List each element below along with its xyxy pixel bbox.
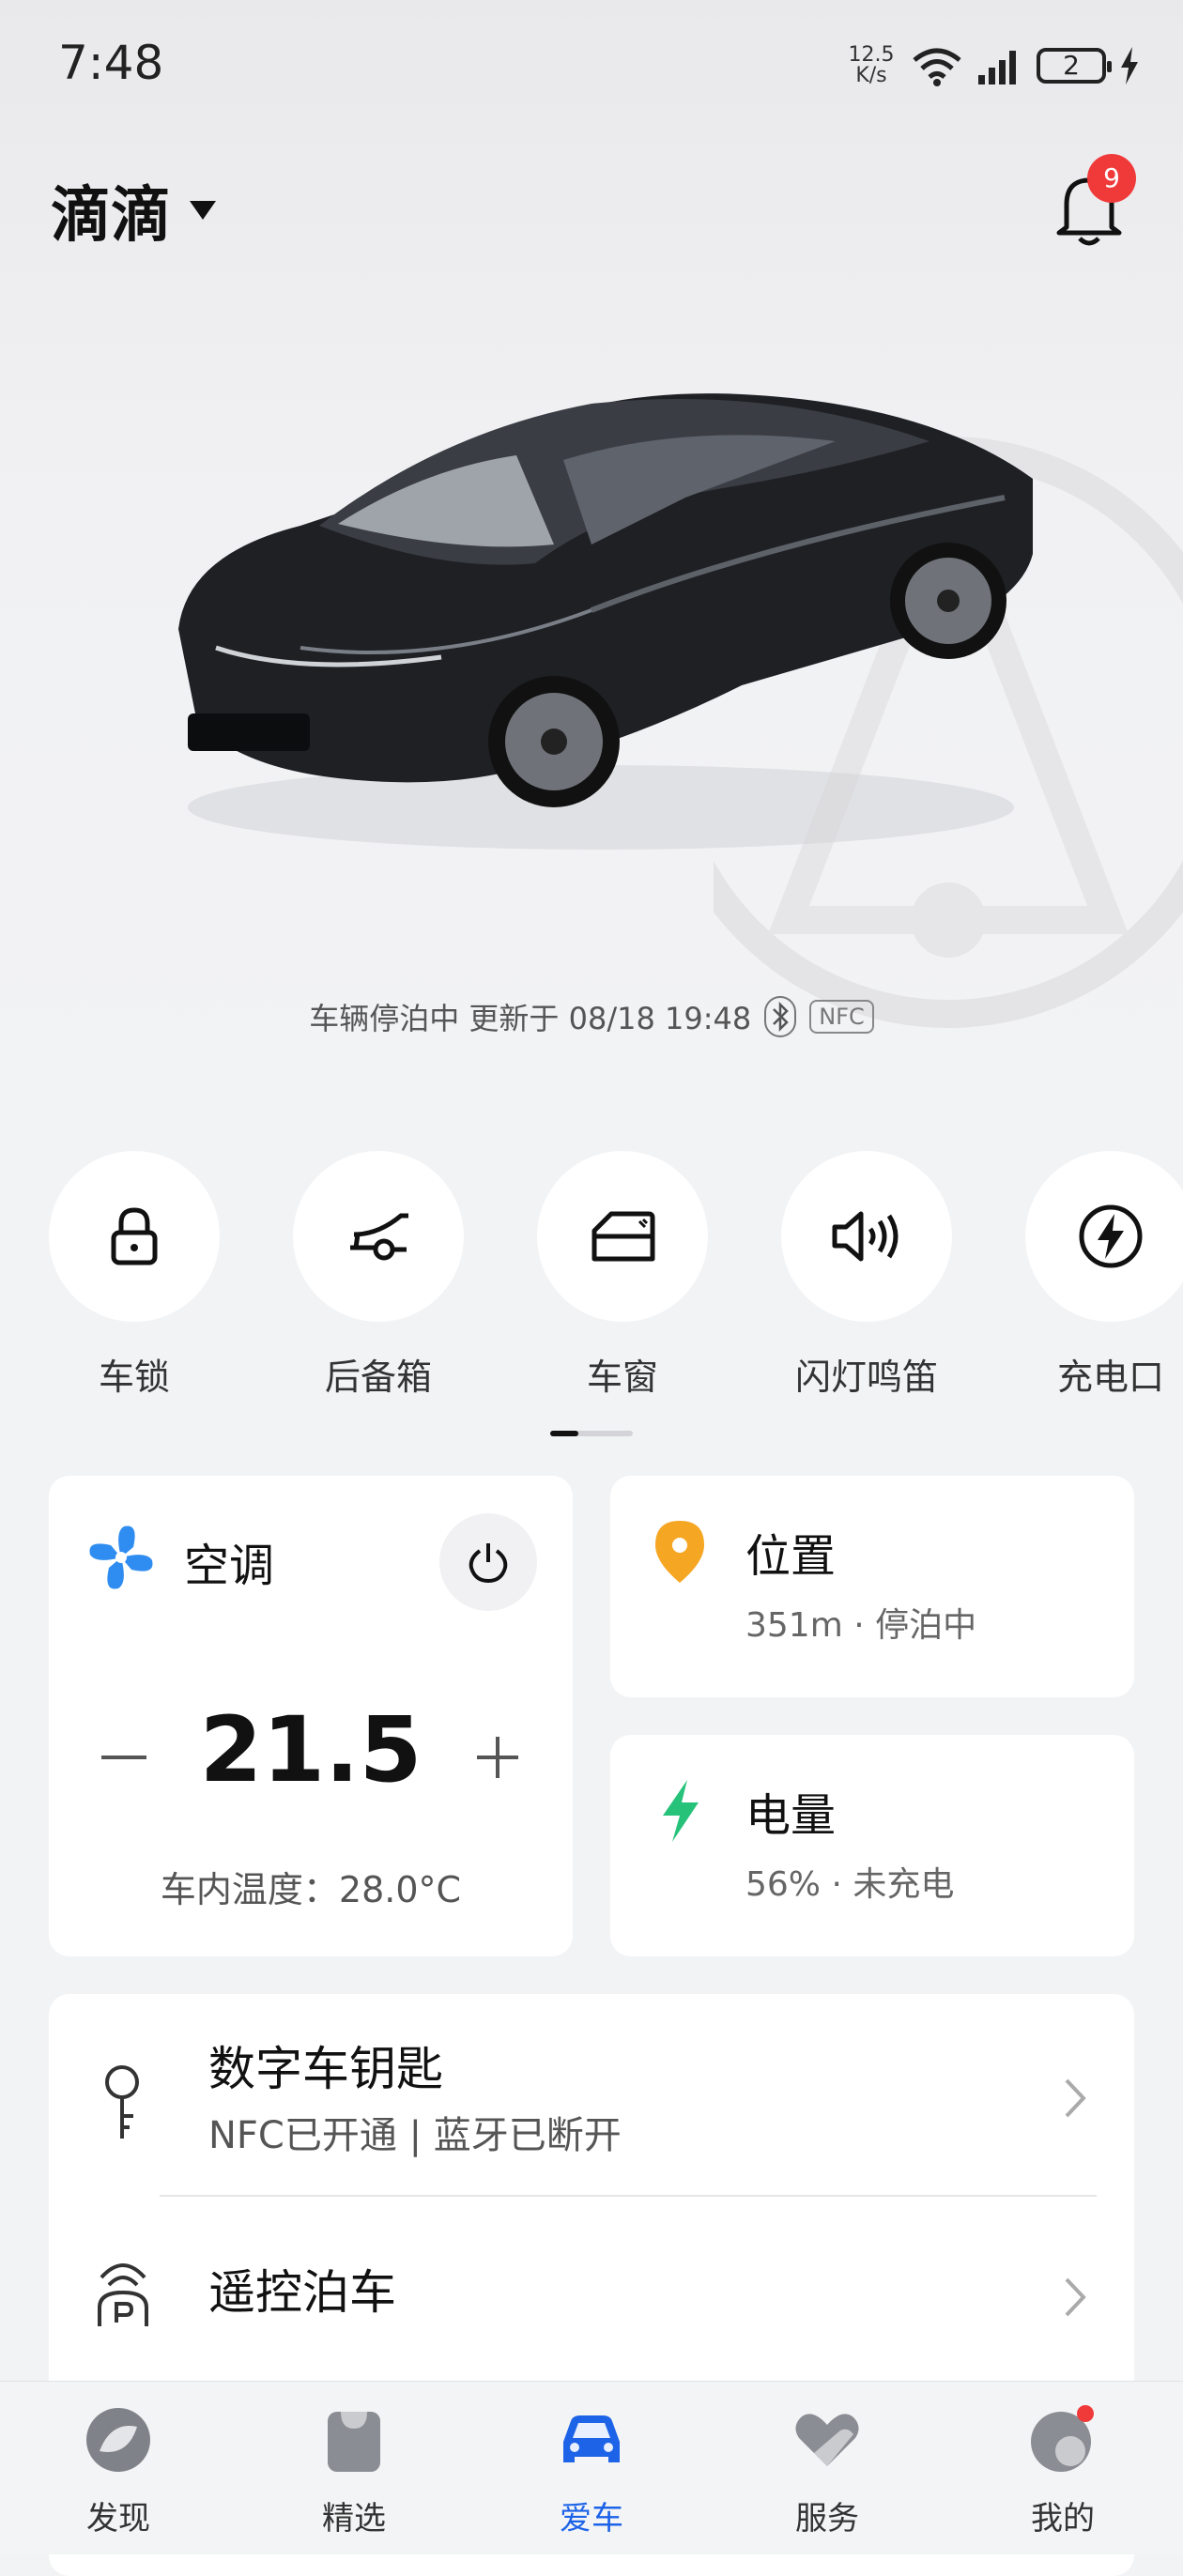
nav-discover[interactable]: 发现 [43,2404,193,2538]
charge-port-icon [1079,1204,1143,1268]
temperature-increase-button[interactable] [469,1729,526,1786]
bluetooth-icon [764,996,797,1037]
lightning-icon [663,1780,699,1842]
climate-power-button[interactable] [439,1513,537,1611]
location-card[interactable]: 位置 351m · 停泊中 [610,1476,1134,1697]
nav-label: 精选 [322,2500,386,2538]
digital-key-status: NFC已开通 | 蓝牙已断开 [208,2114,622,2157]
key-icon [105,2065,139,2139]
quick-action-window[interactable]: 车窗 [537,1151,708,1400]
battery-title: 电量 [745,1789,837,1842]
status-time: 7:48 [58,36,164,90]
carousel-indicator [550,1431,633,1436]
nav-label: 爱车 [560,2500,623,2538]
remote-parking-icon [98,2263,148,2326]
account-name: 滴滴 [51,181,171,251]
quick-action-charge-port[interactable]: 充电口 [1025,1151,1183,1400]
climate-card[interactable]: 空调 21.5 车内温度：28.0°C [49,1476,573,1956]
status-bar: 7:48 12.5 K/s 2 [0,0,1183,136]
remote-parking-row[interactable]: 遥控泊车 [49,2197,1134,2384]
location-subtitle: 351m · 停泊中 [745,1606,977,1645]
nav-label: 我的 [1031,2500,1095,2538]
quick-action-label: 车锁 [98,1357,170,1398]
notification-badge: 9 [1087,154,1136,203]
horn-icon [832,1211,899,1262]
quick-action-lock[interactable]: 车锁 [49,1151,220,1400]
vehicle-status-line: 车辆停泊中 更新于 08/18 19:48 NFC [0,995,1183,1038]
battery-card[interactable]: 电量 56% · 未充电 [610,1735,1134,1956]
window-icon [592,1211,655,1262]
quick-action-horn[interactable]: 闪灯鸣笛 [781,1151,952,1400]
quick-action-label: 闪灯鸣笛 [794,1357,938,1398]
charging-bolt-icon [1121,47,1138,84]
service-heart-icon [795,2414,859,2466]
location-title: 位置 [745,1530,837,1583]
car-icon [563,2415,620,2462]
nav-service[interactable]: 服务 [752,2404,902,2538]
battery-subtitle: 56% · 未充电 [745,1865,955,1904]
chevron-right-icon [1065,2078,1086,2118]
discover-icon [86,2408,150,2472]
wifi-icon [913,48,961,86]
location-pin-icon [655,1521,704,1583]
status-icons: 12.5 K/s 2 [845,38,1140,94]
shopping-bag-icon [328,2412,380,2472]
quick-action-label: 充电口 [1056,1357,1164,1398]
cabin-temperature: 车内温度：28.0°C [160,1869,462,1910]
vehicle-status-text: 车辆停泊中 更新于 08/18 19:48 [309,1001,752,1036]
quick-action-label: 车窗 [586,1357,658,1398]
bottom-navigation: 发现 精选 爱车 服务 我的 [0,2381,1183,2554]
nav-label: 发现 [86,2500,150,2538]
chevron-right-icon [1065,2277,1086,2317]
signal-icon [978,51,1016,84]
climate-title: 空调 [184,1540,275,1592]
nav-my-car[interactable]: 爱车 [516,2404,667,2538]
net-speed: 12.5 K/s [848,43,895,87]
vehicle-image [178,393,1033,850]
battery-indicator: 2 [1037,48,1112,84]
quick-action-trunk[interactable]: 后备箱 [293,1151,464,1400]
fan-icon [89,1526,153,1589]
power-icon [469,1543,508,1584]
remote-parking-title: 遥控泊车 [208,2265,396,2320]
nav-label: 服务 [795,2500,859,2538]
profile-icon [1031,2405,1094,2472]
lock-icon [111,1207,158,1265]
nav-profile[interactable]: 我的 [988,2404,1138,2538]
nfc-status-chip: NFC [809,1000,874,1034]
nav-featured[interactable]: 精选 [279,2404,429,2538]
dropdown-triangle-icon [190,201,216,220]
digital-key-row[interactable]: 数字车钥匙 NFC已开通 | 蓝牙已断开 [49,1994,1134,2200]
account-selector[interactable]: 滴滴 [51,167,218,253]
trunk-icon [350,1213,408,1261]
digital-key-title: 数字车钥匙 [208,2042,443,2096]
quick-action-label: 后备箱 [324,1357,432,1398]
